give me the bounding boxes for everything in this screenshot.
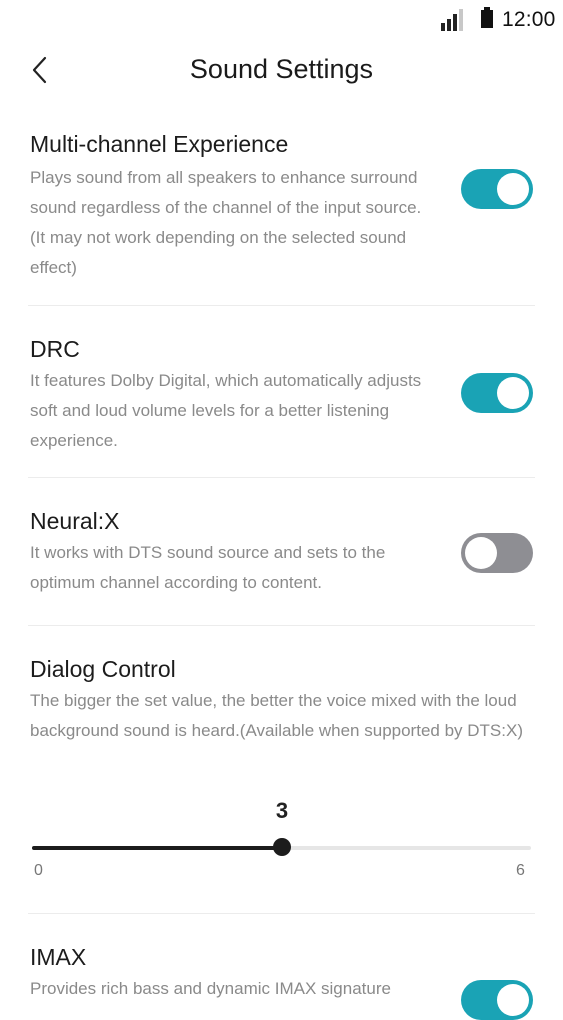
toggle-knob — [497, 173, 529, 205]
setting-description: The bigger the set value, the better the… — [30, 691, 523, 740]
slider-fill — [32, 846, 282, 850]
setting-title: DRC — [30, 336, 80, 362]
neural-x-toggle[interactable] — [461, 533, 533, 573]
setting-title: Dialog Control — [30, 656, 176, 682]
header: Sound Settings — [0, 40, 563, 104]
drc-toggle[interactable] — [461, 373, 533, 413]
divider — [28, 305, 535, 306]
slider-min-label: 0 — [34, 862, 43, 879]
slider-thumb[interactable] — [272, 838, 291, 856]
battery-icon — [481, 7, 493, 28]
toggle-knob — [465, 537, 497, 569]
signal-icon — [441, 9, 467, 31]
dialog-control-slider[interactable] — [32, 838, 531, 856]
divider — [28, 625, 535, 626]
status-bar: 12:00 — [0, 0, 563, 40]
divider — [28, 477, 535, 478]
setting-title: Multi-channel Experience — [30, 131, 289, 157]
slider-max-label: 6 — [516, 862, 525, 879]
setting-description: Plays sound from all speakers to enhance… — [30, 168, 422, 277]
multi-channel-toggle[interactable] — [461, 169, 533, 209]
setting-title: IMAX — [30, 944, 87, 970]
setting-title: Neural:X — [30, 508, 120, 534]
setting-description: It features Dolby Digital, which automat… — [30, 371, 422, 450]
toggle-knob — [497, 377, 529, 409]
slider-value: 3 — [275, 798, 289, 823]
toggle-knob — [497, 984, 529, 1016]
setting-description: It works with DTS sound source and sets … — [30, 543, 386, 592]
status-time: 12:00 — [502, 8, 556, 31]
imax-toggle[interactable] — [461, 980, 533, 1020]
page-title: Sound Settings — [189, 54, 374, 84]
divider — [28, 913, 535, 914]
